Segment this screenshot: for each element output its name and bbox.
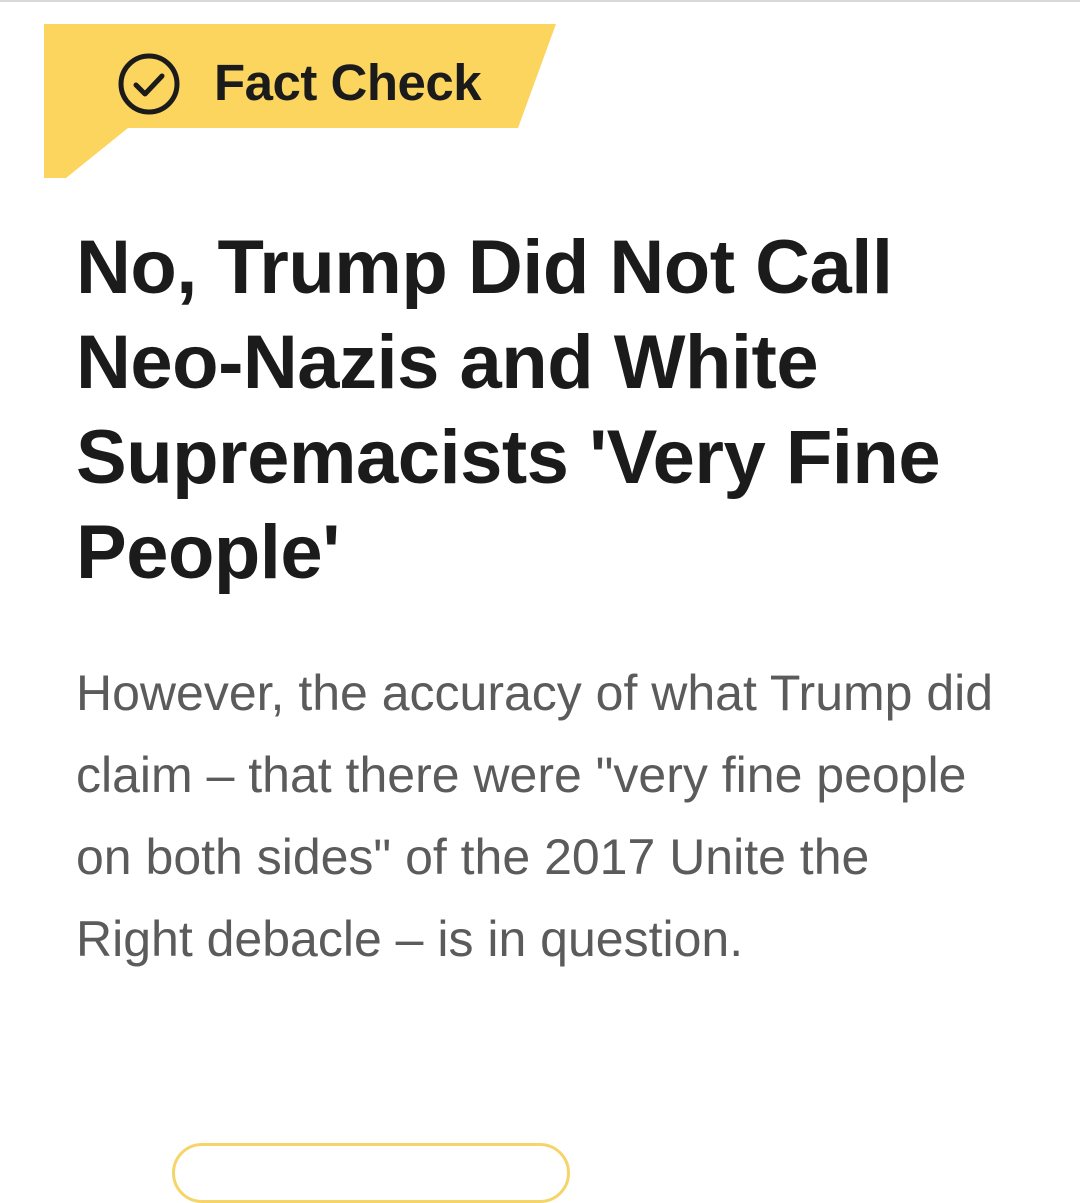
fact-check-label: Fact Check	[214, 54, 482, 111]
article-headline[interactable]: No, Trump Did Not Call Neo-Nazis and Whi…	[76, 220, 976, 600]
check-circle-icon	[116, 51, 182, 117]
partial-button[interactable]	[172, 1143, 570, 1203]
fact-check-banner: Fact Check	[44, 24, 556, 178]
top-divider	[0, 0, 1080, 2]
article-summary: However, the accuracy of what Trump did …	[76, 665, 994, 967]
